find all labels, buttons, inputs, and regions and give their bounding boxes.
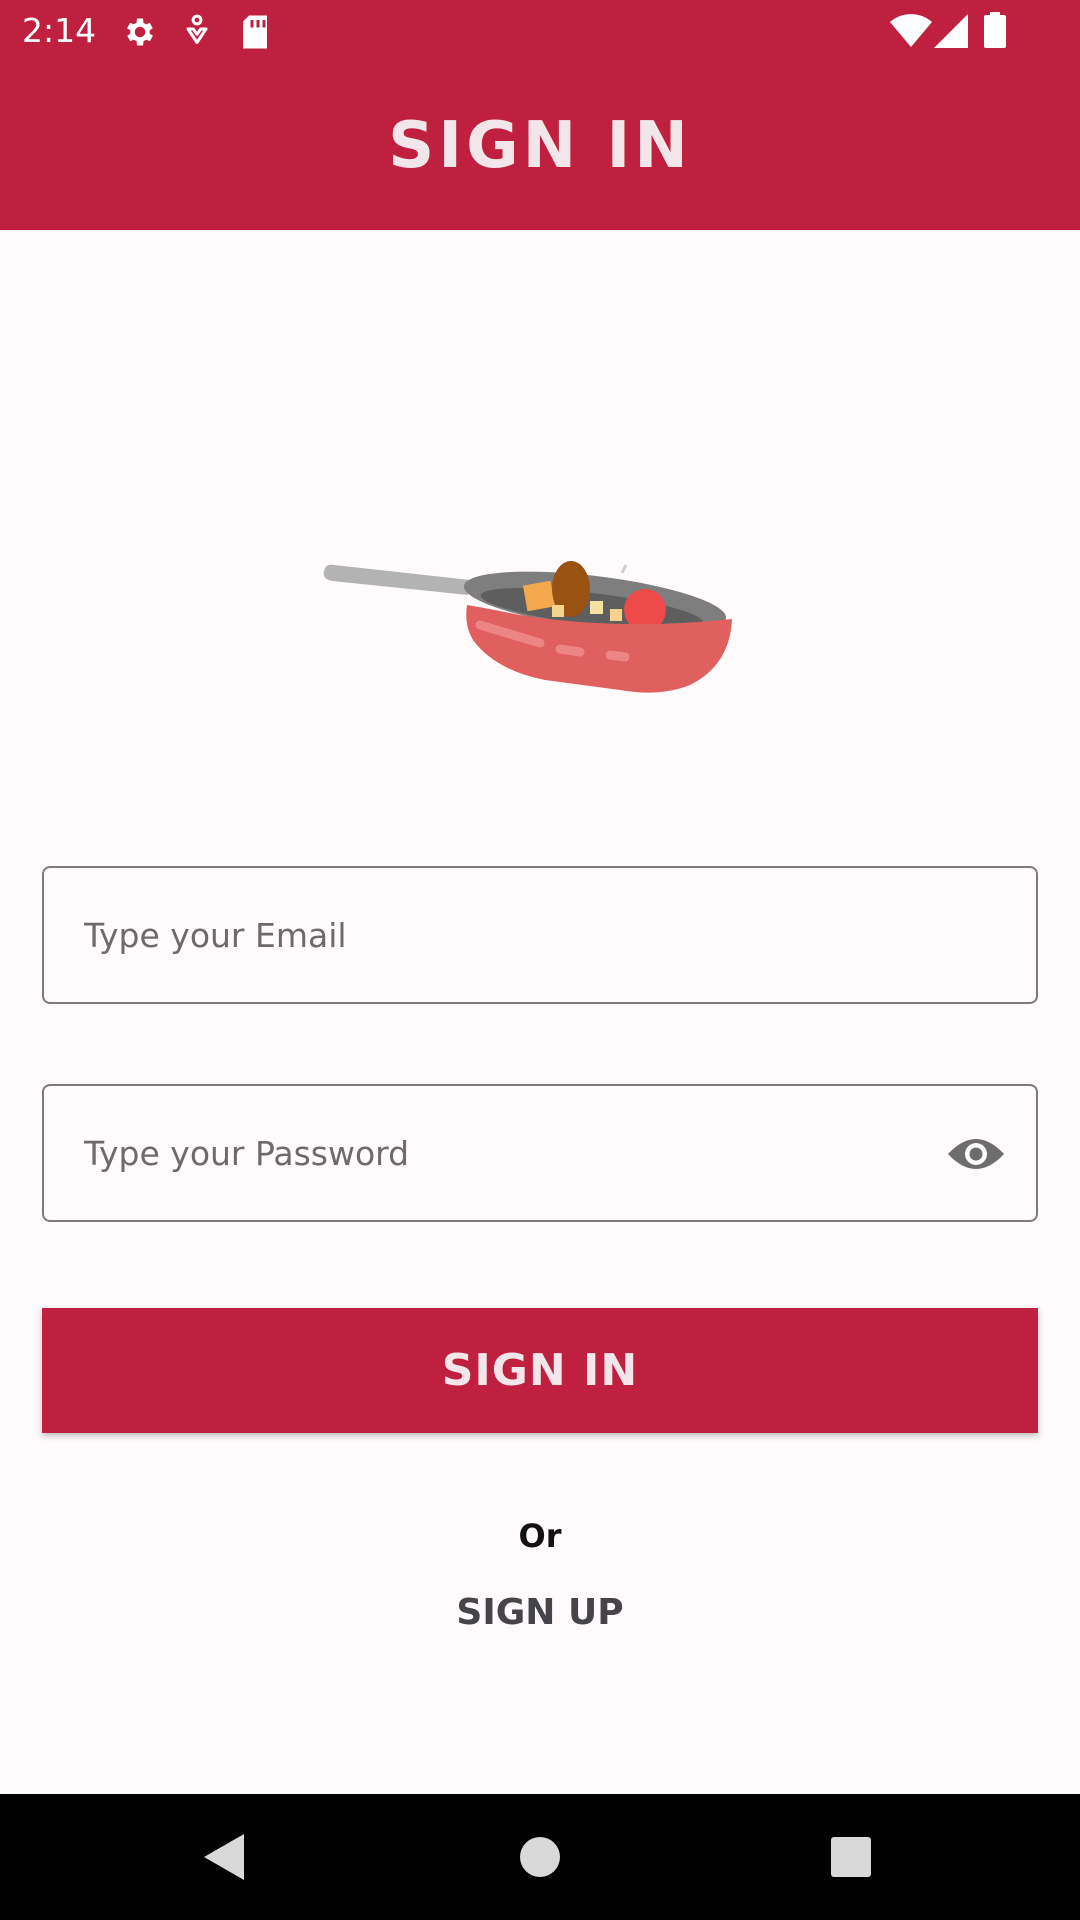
wifi-icon — [890, 14, 932, 47]
back-icon[interactable] — [192, 1824, 258, 1890]
password-field[interactable] — [42, 1084, 1038, 1222]
page-title: SIGN IN — [388, 109, 692, 183]
home-icon[interactable] — [507, 1824, 573, 1890]
eye-icon[interactable] — [946, 1126, 1006, 1182]
recents-icon[interactable] — [818, 1824, 884, 1890]
sign-up-link[interactable]: SIGN UP — [390, 1585, 690, 1640]
or-label: Or — [518, 1517, 562, 1555]
battery-icon — [984, 12, 1006, 48]
status-time: 2:14 — [22, 11, 97, 50]
navigation-bar — [0, 1794, 1080, 1920]
sd-card-icon — [243, 15, 267, 49]
sign-in-button[interactable]: SIGN IN — [42, 1308, 1038, 1433]
accessibility-icon — [186, 14, 208, 44]
gear-icon — [127, 18, 153, 46]
email-input[interactable] — [44, 868, 1036, 1002]
app-bar: SIGN IN — [0, 63, 1080, 230]
password-input[interactable] — [44, 1086, 1036, 1220]
cooking-pan-illustration — [323, 561, 732, 693]
status-bar: 2:14 — [0, 0, 1080, 63]
email-field[interactable] — [42, 866, 1038, 1004]
cellular-signal-icon — [934, 14, 968, 48]
